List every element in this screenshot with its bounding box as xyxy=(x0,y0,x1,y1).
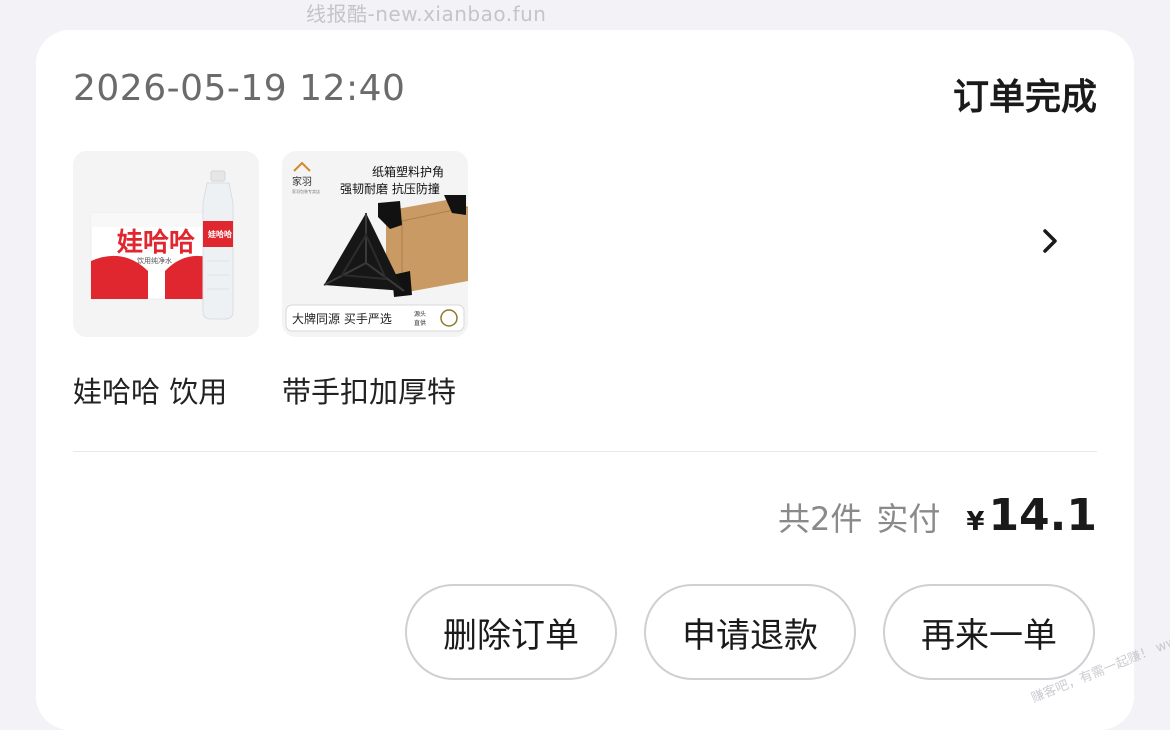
svg-text:娃哈哈: 娃哈哈 xyxy=(207,229,232,239)
badge-text: 大牌同源 买手严选 xyxy=(292,312,392,326)
product-item-wahaha[interactable]: 娃哈哈 饮用纯净水 娃哈哈 娃哈哈 饮用 xyxy=(73,151,259,411)
order-summary: 共2件 实付 ¥ 14.1 xyxy=(778,490,1097,541)
product-item-corner-guard[interactable]: 家羽 家羽包装专卖店 纸箱塑料护角 强韧耐磨 抗压防撞 大牌同源 买手严选 源头… xyxy=(282,151,468,411)
watermark-top: 线报酷-new.xianbao.fun xyxy=(306,2,547,26)
paid-label: 实付 xyxy=(876,500,941,538)
headline-text: 纸箱塑料护角 xyxy=(372,164,444,179)
request-refund-button[interactable]: 申请退款 xyxy=(644,584,856,680)
product-thumbnail[interactable]: 娃哈哈 饮用纯净水 娃哈哈 xyxy=(73,151,259,337)
reorder-button[interactable]: 再来一单 xyxy=(883,584,1095,680)
brand-logo-text: 娃哈哈 xyxy=(117,228,195,258)
currency-symbol: ¥ xyxy=(966,507,985,537)
corner-guard-image: 家羽 家羽包装专卖店 纸箱塑料护角 强韧耐磨 抗压防撞 大牌同源 买手严选 源头… xyxy=(282,151,468,337)
subline-text: 强韧耐磨 抗压防撞 xyxy=(340,181,440,196)
svg-text:源头: 源头 xyxy=(414,310,426,318)
order-status: 订单完成 xyxy=(952,77,1097,118)
brand-sub-text: 饮用纯净水 xyxy=(137,256,172,265)
svg-text:直供: 直供 xyxy=(414,319,426,327)
order-card[interactable]: 2026-05-19 12:40 订单完成 娃哈哈 饮用纯净水 娃哈哈 娃哈哈 … xyxy=(36,30,1134,730)
brand-logo-text: 家羽 xyxy=(292,175,312,188)
chevron-right-icon[interactable] xyxy=(1034,225,1066,257)
order-time: 2026-05-19 12:40 xyxy=(73,68,406,109)
paid-amount: 14.1 xyxy=(988,490,1097,541)
product-thumbnail[interactable]: 家羽 家羽包装专卖店 纸箱塑料护角 强韧耐磨 抗压防撞 大牌同源 买手严选 源头… xyxy=(282,151,468,337)
product-name: 娃哈哈 饮用 xyxy=(73,375,228,409)
brand-sub-text: 家羽包装专卖店 xyxy=(292,188,320,194)
water-case-image: 娃哈哈 饮用纯净水 娃哈哈 xyxy=(73,151,259,337)
item-count: 共2件 xyxy=(777,500,863,538)
product-name: 带手扣加厚特 xyxy=(282,375,457,409)
divider xyxy=(73,451,1097,452)
delete-order-button[interactable]: 删除订单 xyxy=(405,584,617,680)
